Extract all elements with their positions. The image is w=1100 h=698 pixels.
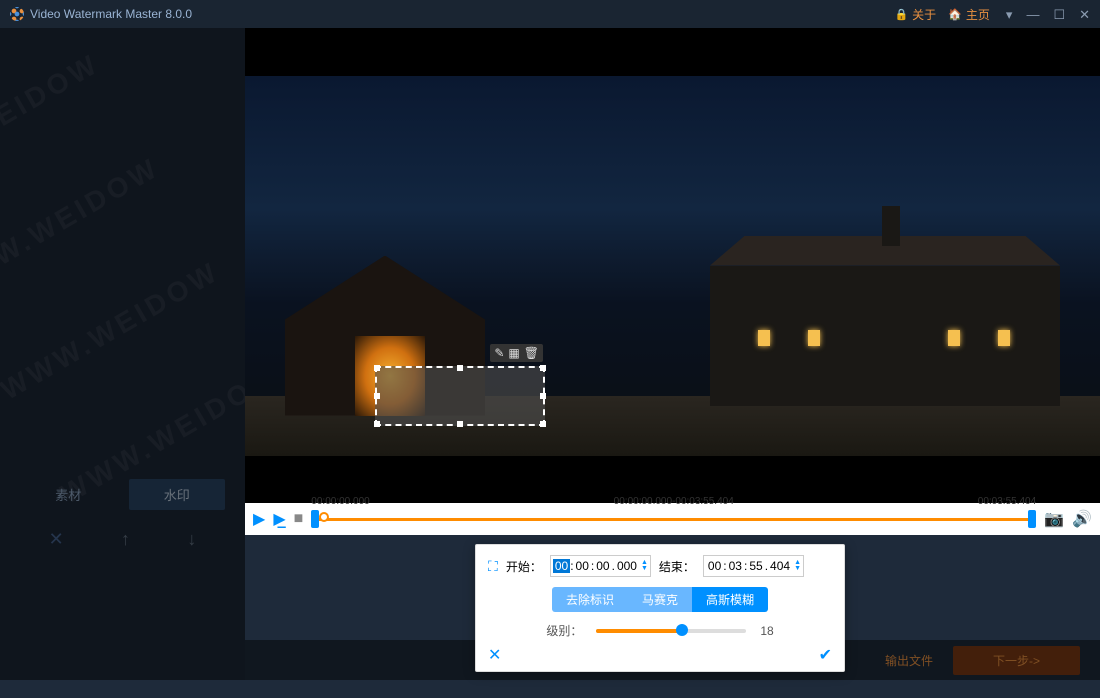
watermark-selection-box[interactable]: ✎ ▦ 🗑 [375,366,545,426]
popup-confirm-button[interactable]: ✔ [819,645,832,665]
app-logo-icon [10,7,24,21]
about-link[interactable]: 关于 [894,6,936,23]
range-end-handle[interactable] [1028,510,1036,528]
time-end-label: 00:03:55.404 [978,496,1036,507]
level-slider[interactable] [596,629,746,633]
snapshot-button[interactable]: 📷 [1044,509,1064,529]
time-start-label: 00:00:00.000 [311,496,369,507]
tab-watermark[interactable]: 水印 [129,479,226,510]
video-preview: ✎ ▦ 🗑 [245,28,1100,503]
titlebar-nav: 关于 主页 [894,6,989,23]
sidebar-tabs: 素材 水印 [20,479,225,510]
delete-icon[interactable]: ✕ [49,529,64,550]
range-start-handle[interactable] [311,510,319,528]
sidebar-icon-row: ✕ ↑ ↓ [20,529,225,550]
fullscreen-icon[interactable]: ⛶ [488,558,498,575]
volume-button[interactable]: 🔊 [1072,509,1092,529]
tab-material[interactable]: 素材 [20,479,117,510]
watermark-settings-popup: ⛶ 开始： 00:00:00.000 ▲▼ 结束： 00:03:55.404 ▲… [475,544,845,672]
move-up-icon[interactable]: ↑ [121,529,130,550]
window-buttons: ▾ — ☐ ✕ [1006,8,1090,21]
trash-icon[interactable]: 🗑 [524,346,539,360]
end-time-spinner[interactable]: ▲▼ [794,560,801,572]
output-file-button[interactable]: 输出文件 [885,652,933,669]
dropdown-icon[interactable]: ▾ [1006,8,1013,21]
end-label: 结束： [659,558,695,575]
start-time-field[interactable]: 00:00:00.000 ▲▼ [550,555,651,577]
level-value: 18 [760,624,773,638]
close-button[interactable]: ✕ [1079,8,1090,21]
start-time-spinner[interactable]: ▲▼ [641,560,648,572]
level-label: 级别： [546,622,582,639]
popup-cancel-button[interactable]: ✕ [488,645,501,665]
end-time-field[interactable]: 00:03:55.404 ▲▼ [703,555,804,577]
app-title: Video Watermark Master 8.0.0 [30,7,894,21]
minimize-button[interactable]: — [1026,8,1039,21]
play-range-button[interactable]: ▶̲ [273,509,285,529]
move-down-icon[interactable]: ↓ [187,529,196,550]
video-frame[interactable]: ✎ ▦ 🗑 [245,76,1100,456]
stop-button[interactable]: ■ [294,510,304,528]
level-slider-handle[interactable] [676,624,688,636]
timeline-slider[interactable]: 00:00:00.000 00:00:00.000-00:03:55.404 0… [311,510,1036,528]
effect-tabs: 去除标识 马赛克 高斯模糊 [488,587,832,612]
sidebar: WWW.WEIDOWN.COM WWW.WEIDOWN.COM WWW.WEID… [0,28,245,680]
home-link[interactable]: 主页 [948,6,990,23]
playhead-handle[interactable] [319,512,329,522]
edit-icon[interactable]: ✎ [494,346,504,360]
play-button[interactable]: ▶ [253,509,265,529]
selection-toolbar: ✎ ▦ 🗑 [490,344,543,362]
tab-mosaic[interactable]: 马赛克 [628,587,692,612]
titlebar: Video Watermark Master 8.0.0 关于 主页 ▾ — ☐… [0,0,1100,28]
maximize-button[interactable]: ☐ [1053,8,1065,21]
tab-remove-logo[interactable]: 去除标识 [552,587,628,612]
image-icon[interactable]: ▦ [508,346,519,360]
tab-gaussian-blur[interactable]: 高斯模糊 [692,587,768,612]
start-label: 开始： [506,558,542,575]
next-step-button[interactable]: 下一步-> [953,646,1080,675]
player-controls: ▶ ▶̲ ■ 00:00:00.000 00:00:00.000-00:03:5… [245,503,1100,535]
time-range-label: 00:00:00.000-00:03:55.404 [614,496,734,507]
